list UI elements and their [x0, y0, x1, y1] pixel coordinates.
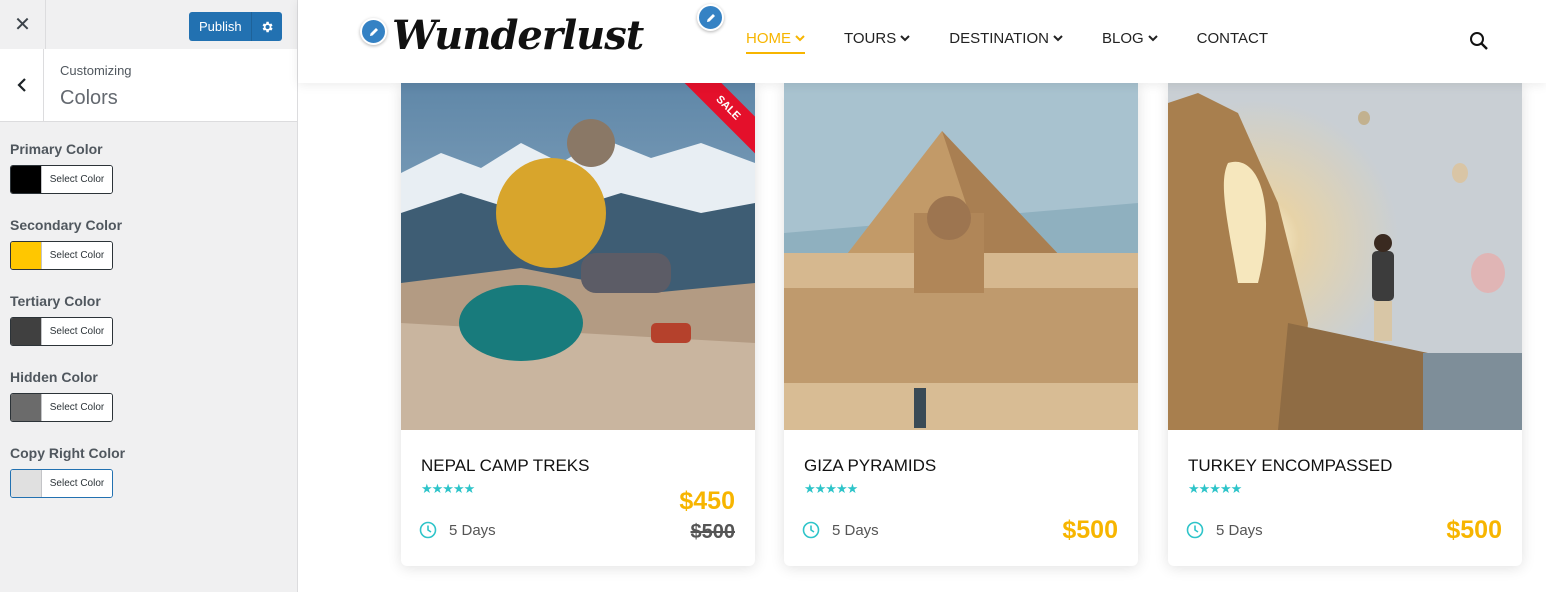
tour-title[interactable]: TURKEY ENCOMPASSED	[1188, 456, 1392, 476]
rating-stars: ★★★★★	[421, 481, 475, 496]
publish-group: Publish	[189, 12, 282, 41]
tour-duration: 5 Days	[802, 521, 879, 539]
hidden-color-control: Hidden Color Select Color	[10, 369, 113, 422]
nav-tours-label: TOURS	[844, 30, 897, 47]
hidden-color-swatch	[11, 394, 41, 421]
clock-icon	[1186, 521, 1204, 539]
tour-title[interactable]: NEPAL CAMP TREKS	[421, 456, 589, 476]
nav-tours[interactable]: TOURS	[844, 30, 910, 54]
tertiary-color-swatch	[11, 318, 41, 345]
nav-home-label: HOME	[746, 30, 791, 47]
duration-text: 5 Days	[449, 521, 496, 539]
search-icon[interactable]	[1468, 30, 1490, 57]
select-color-text: Select Color	[41, 394, 112, 421]
tour-image-turkey[interactable]	[1168, 83, 1522, 430]
chevron-down-icon	[1147, 35, 1158, 42]
site-header: Wunderlust HOME TOURS DESTINATION BLOG C…	[298, 0, 1546, 83]
customizer-header: ✕ Publish	[0, 0, 297, 50]
hidden-color-label: Hidden Color	[10, 369, 98, 385]
site-logo[interactable]: Wunderlust	[392, 12, 644, 59]
rating-stars: ★★★★★	[1188, 481, 1242, 496]
nav-home[interactable]: HOME	[746, 30, 805, 54]
rating-stars: ★★★★★	[804, 481, 858, 496]
copyright-color-picker-button[interactable]: Select Color	[10, 469, 113, 498]
tour-card[interactable]: SALE NEPAL CAMP TREKS ★★★★★ 5 Days $450 …	[401, 83, 755, 566]
nav-destination-label: DESTINATION	[949, 30, 1049, 47]
copyright-color-label: Copy Right Color	[10, 445, 126, 461]
nav-destination[interactable]: DESTINATION	[949, 30, 1063, 54]
duration-text: 5 Days	[832, 521, 879, 539]
select-color-text: Select Color	[41, 242, 112, 269]
tour-card[interactable]: GIZA PYRAMIDS ★★★★★ 5 Days $500	[784, 83, 1138, 566]
tour-title[interactable]: GIZA PYRAMIDS	[804, 456, 936, 476]
main-nav: HOME TOURS DESTINATION BLOG CONTACT	[746, 30, 1307, 54]
hidden-color-picker-button[interactable]: Select Color	[10, 393, 113, 422]
section-header: Customizing Colors	[0, 49, 297, 122]
primary-color-picker-button[interactable]: Select Color	[10, 165, 113, 194]
section-title: Colors	[60, 87, 118, 109]
edit-logo-pencil-icon[interactable]	[360, 18, 387, 45]
tour-image-giza[interactable]	[784, 83, 1138, 430]
copyright-color-control: Copy Right Color Select Color	[10, 445, 125, 498]
secondary-color-picker-button[interactable]: Select Color	[10, 241, 113, 270]
clock-icon	[419, 521, 437, 539]
chevron-down-icon	[1053, 35, 1063, 42]
primary-color-control: Primary Color Select Color	[10, 141, 113, 194]
tertiary-color-control: Tertiary Color Select Color	[10, 293, 113, 346]
gear-icon[interactable]	[251, 12, 282, 41]
tour-old-price: $500	[690, 521, 736, 543]
customizing-label: Customizing	[60, 63, 132, 78]
nav-contact[interactable]: CONTACT	[1197, 30, 1268, 54]
customizer-sidebar: ✕ Publish Customizing Colors Primary Col…	[0, 0, 298, 592]
tour-price: $500	[1446, 516, 1502, 544]
nav-blog[interactable]: BLOG	[1102, 30, 1158, 54]
clock-icon	[802, 521, 820, 539]
secondary-color-label: Secondary Color	[10, 217, 123, 233]
tour-image-nepal[interactable]: SALE	[401, 83, 755, 430]
tour-price: $450	[679, 487, 735, 515]
tour-duration: 5 Days	[1186, 521, 1263, 539]
tour-card[interactable]: TURKEY ENCOMPASSED ★★★★★ 5 Days $500	[1168, 83, 1522, 566]
copyright-color-swatch	[11, 470, 41, 497]
tertiary-color-picker-button[interactable]: Select Color	[10, 317, 113, 346]
close-icon[interactable]: ✕	[0, 0, 46, 49]
select-color-text: Select Color	[41, 166, 112, 193]
nav-contact-label: CONTACT	[1196, 30, 1269, 47]
secondary-color-control: Secondary Color Select Color	[10, 217, 122, 270]
tour-price: $500	[1062, 516, 1118, 544]
nav-blog-label: BLOG	[1101, 30, 1144, 47]
tertiary-color-label: Tertiary Color	[10, 293, 101, 309]
select-color-text: Select Color	[41, 470, 112, 497]
chevron-left-icon[interactable]	[0, 49, 44, 121]
duration-text: 5 Days	[1216, 521, 1263, 539]
primary-color-swatch	[11, 166, 41, 193]
site-preview: Wunderlust HOME TOURS DESTINATION BLOG C…	[298, 0, 1546, 592]
tour-duration: 5 Days	[419, 521, 496, 539]
select-color-text: Select Color	[41, 318, 112, 345]
edit-menu-pencil-icon[interactable]	[697, 4, 724, 31]
publish-button[interactable]: Publish	[189, 12, 251, 41]
chevron-down-icon	[795, 35, 805, 42]
primary-color-label: Primary Color	[10, 141, 103, 157]
chevron-down-icon	[900, 35, 910, 42]
secondary-color-swatch	[11, 242, 41, 269]
